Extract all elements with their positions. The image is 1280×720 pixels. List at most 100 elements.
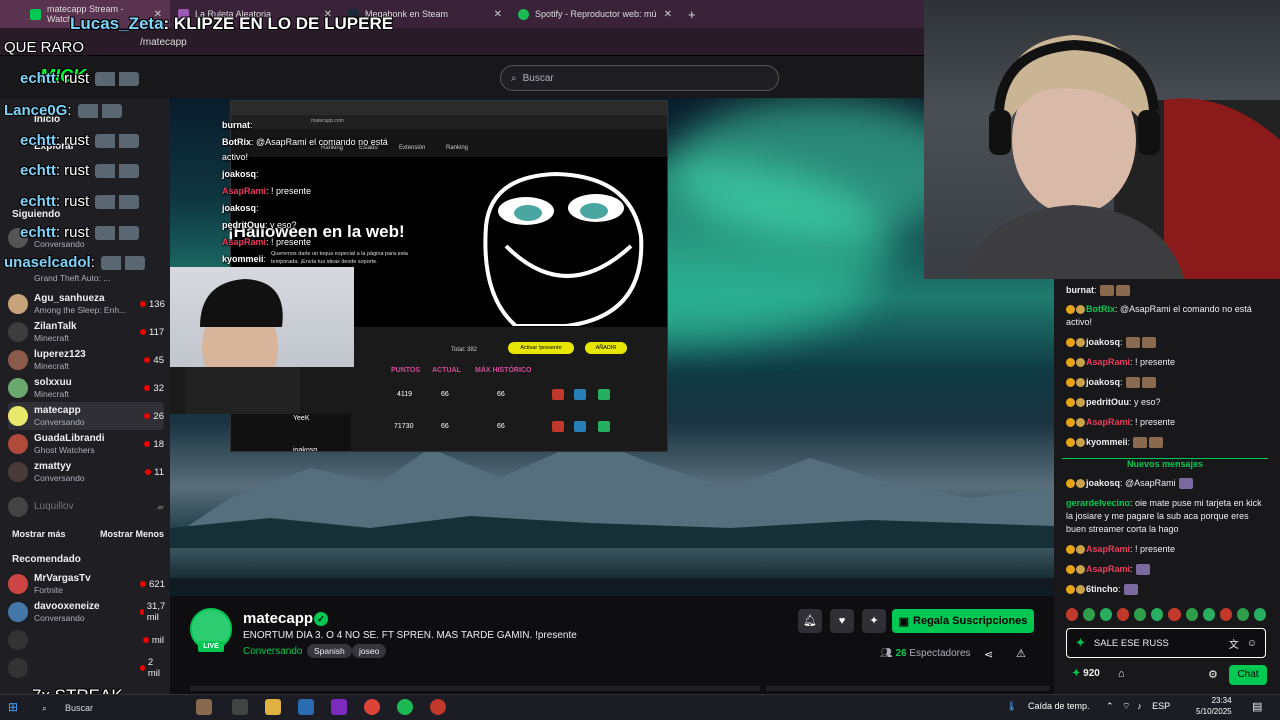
emote-icon	[1141, 377, 1156, 389]
translate-icon[interactable]: 文	[1229, 636, 1239, 651]
sidebar-item-name: zmattyy	[34, 460, 72, 472]
capture-chat-line: AsapRami: ! presente	[222, 237, 312, 247]
points-icon: ✦	[1072, 668, 1081, 679]
emoji-icon[interactable]: ☺	[1247, 638, 1257, 649]
report-icon[interactable]: ⚠	[1016, 647, 1026, 660]
clock[interactable]: 23:34 5/10/2025	[1196, 695, 1232, 717]
sub-badge-icon	[1066, 378, 1075, 388]
emote-icon[interactable]	[1253, 608, 1266, 621]
chat-input[interactable]: ✦ SALE ESE RUSS 文 ☺	[1066, 628, 1266, 658]
sidebar-item-zmattyy[interactable]: zmattyy Conversando 11	[8, 458, 164, 486]
file-explorer-icon[interactable]	[265, 699, 281, 715]
gift-badge-icon	[1076, 378, 1085, 388]
avatar	[8, 574, 28, 594]
chrome-icon[interactable]	[364, 699, 380, 715]
show-more-link[interactable]: Mostrar más	[12, 529, 66, 539]
sidebar-item-solxxuu[interactable]: solxxuu Minecraft 32	[8, 374, 164, 402]
notifications-icon[interactable]: ▤	[1252, 700, 1262, 713]
settings-gear-icon[interactable]: ⚙	[1208, 668, 1218, 681]
emote-icon[interactable]	[1134, 608, 1147, 621]
capture-chat-line: AsapRami: ! presente	[222, 186, 312, 196]
gift-subscriptions-button[interactable]: ▣ Regala Suscripciones	[892, 609, 1034, 633]
sidebar-item-offline[interactable]: Luquillov ▰	[8, 493, 164, 521]
capture-nav-item: Extensión	[399, 145, 426, 151]
sidebar-item-name: matecapp	[34, 404, 81, 416]
scroll-track	[190, 686, 760, 691]
search-input[interactable]: ⌕ Buscar	[500, 65, 779, 91]
emote-icon	[77, 104, 122, 119]
emote-icon	[95, 72, 140, 87]
sidebar-item-matecapp[interactable]: matecapp Conversando 26	[8, 402, 164, 430]
live-dot-icon	[140, 581, 146, 587]
recommended-item[interactable]: 2 mil	[8, 654, 164, 682]
kick-favicon-icon	[30, 8, 41, 20]
streamer-silhouette	[964, 35, 1280, 279]
avatar	[8, 602, 28, 622]
taskbar-search[interactable]: ⌕ Buscar	[40, 700, 160, 716]
emote-icon[interactable]	[1219, 608, 1232, 621]
emote-icon[interactable]	[1236, 608, 1249, 621]
viewers-icon: 👥︎	[880, 648, 896, 659]
show-less-link[interactable]: Mostrar Menos	[100, 529, 164, 539]
avatar	[8, 294, 28, 314]
task-view-icon[interactable]	[232, 699, 248, 715]
emote-icon[interactable]	[1151, 608, 1164, 621]
capture-tab-bar	[231, 101, 667, 115]
emote-icon[interactable]	[1066, 608, 1079, 621]
share-icon[interactable]: ⋖	[984, 648, 993, 661]
store-app-icon[interactable]	[298, 699, 314, 715]
sidebar-item-guadalibrandi[interactable]: GuadaLibrandi Ghost Watchers 18	[8, 430, 164, 458]
boost-button[interactable]: ✦	[862, 609, 886, 633]
gift-badge-icon	[1076, 398, 1085, 408]
emote-icon	[1135, 564, 1150, 576]
emote-icon[interactable]	[1100, 608, 1113, 621]
sidebar-item-agu_sanhueza[interactable]: Agu_sanhueza Among the Sleep: Enh... 136	[8, 290, 165, 318]
emote-icon[interactable]	[1202, 608, 1215, 621]
browser-tab-spotify[interactable]: Spotify - Reproductor web: mú ✕	[510, 0, 680, 28]
wifi-icon: ⌔	[1122, 701, 1131, 711]
section-following-title: Siguiendo	[12, 209, 61, 220]
emote-icon[interactable]	[1083, 608, 1096, 621]
sidebar-item-luperez123[interactable]: luperez123 Minecraft 45	[8, 346, 164, 374]
recommended-item[interactable]: mil	[8, 626, 164, 654]
capture-chat-line: pedritOuu: y eso?	[222, 220, 297, 230]
overlay-chat-message: echtt: rust	[20, 70, 140, 87]
tag-spanish[interactable]: Spanish	[307, 644, 352, 658]
language-indicator[interactable]: ESP	[1152, 701, 1170, 711]
emote-icon[interactable]	[1168, 608, 1181, 621]
live-dot-icon	[144, 385, 151, 391]
overlay-chat-message: echtt: rust	[20, 132, 140, 149]
notification-bell-button[interactable]: 🔔︎	[798, 609, 822, 633]
recommended-item[interactable]: davooxeneize Conversando 31,7 mil	[8, 598, 165, 626]
emote-icon[interactable]	[1117, 608, 1130, 621]
channel-name[interactable]: matecapp	[243, 610, 313, 627]
close-tab-icon[interactable]: ✕	[664, 9, 672, 20]
obs-icon[interactable]	[430, 699, 446, 715]
table-cell: 66	[497, 391, 505, 398]
table-cell: 71730	[394, 423, 414, 430]
windows-start-icon[interactable]: ⊞	[8, 700, 18, 714]
sub-badge-icon	[1066, 565, 1075, 575]
recommended-item[interactable]: MrVargasTv Fortnite 621	[8, 570, 165, 598]
gift-badge-icon	[1076, 305, 1085, 315]
taskbar-app-icon[interactable]	[196, 699, 212, 715]
tag-joseo[interactable]: joseo	[352, 644, 387, 658]
table-cell: 4119	[397, 391, 413, 398]
emote-icon[interactable]	[1185, 608, 1198, 621]
close-tab-icon[interactable]: ✕	[494, 9, 502, 20]
new-tab-button[interactable]: +	[680, 7, 704, 22]
table-cell: 66	[497, 423, 505, 430]
sidebar-item-zilantalk[interactable]: ZilanTalk Minecraft 117	[8, 318, 164, 346]
stream-category-link[interactable]: Conversando	[243, 646, 302, 657]
viewer-count: 136	[149, 298, 165, 310]
spotify-icon[interactable]	[397, 699, 413, 715]
channel-points[interactable]: ✦ 920	[1072, 668, 1100, 679]
avatar	[8, 350, 28, 370]
viewer-count: 45	[153, 354, 164, 366]
store-icon[interactable]: ⌂	[1118, 668, 1125, 680]
send-chat-button[interactable]: Chat	[1229, 665, 1267, 685]
viewer-count: 31,7 mil	[146, 601, 166, 623]
tray-up-icon[interactable]: ⌃	[1106, 701, 1114, 711]
follow-heart-button[interactable]: ♥	[830, 609, 854, 633]
discord-icon[interactable]	[331, 699, 347, 715]
